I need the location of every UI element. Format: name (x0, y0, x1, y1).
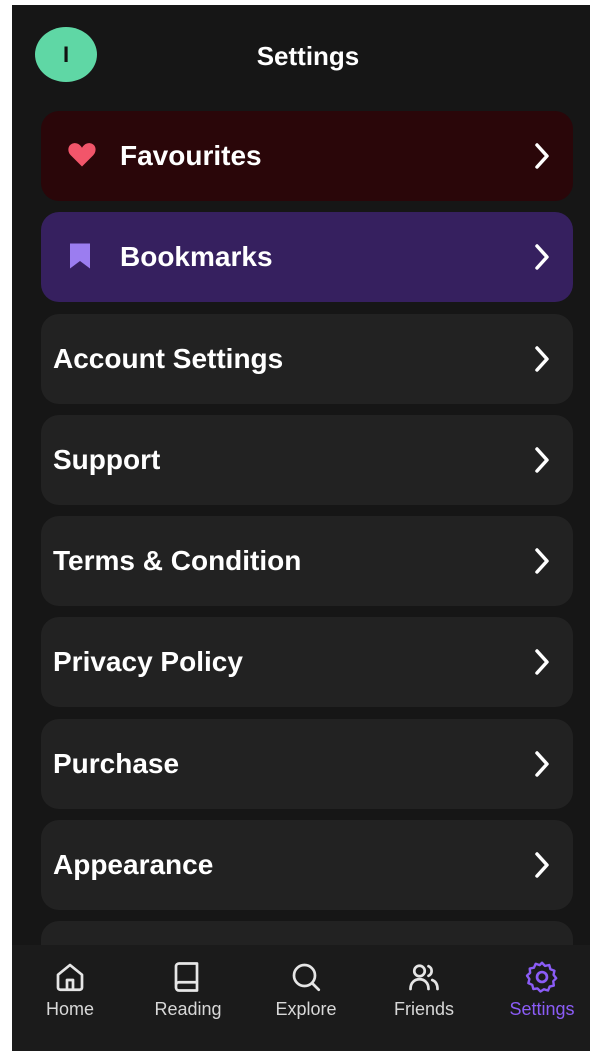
nav-explore[interactable]: Explore (248, 959, 364, 1020)
nav-label: Explore (275, 999, 337, 1019)
menu-item-bookmarks[interactable]: Bookmarks (41, 212, 573, 303)
menu-item-label: Bookmarks (120, 241, 273, 273)
nav-label: Reading (154, 999, 222, 1019)
menu-item-favourites[interactable]: Favourites (41, 111, 573, 201)
chevron-right-icon (535, 751, 549, 777)
heart-icon (68, 143, 96, 167)
menu-item-label: Account Settings (53, 342, 284, 374)
settings-screen: I Settings Favourites Bookmarks Account … (12, 5, 590, 1051)
search-icon (292, 963, 321, 992)
header: I Settings (12, 5, 590, 105)
friends-icon (409, 964, 439, 991)
menu-item-label: Privacy Policy (53, 646, 243, 678)
page-title: Settings (256, 41, 360, 71)
book-icon (174, 962, 199, 992)
menu-item-terms[interactable]: Terms & Condition (41, 516, 573, 607)
nav-label: Home (45, 999, 94, 1019)
menu-item-purchase[interactable]: Purchase (41, 718, 573, 809)
menu-item-appearance[interactable]: Appearance (41, 820, 573, 911)
home-icon (56, 963, 84, 992)
menu-item-label: Support (53, 443, 161, 475)
nav-home[interactable]: Home (12, 959, 128, 1020)
bookmark-icon (70, 243, 90, 269)
nav-label: Settings (509, 999, 575, 1019)
chevron-right-icon (535, 649, 549, 676)
nav-reading[interactable]: Reading (130, 959, 246, 1020)
nav-label: Friends (393, 999, 455, 1019)
nav-friends[interactable]: Friends (366, 959, 482, 1020)
settings-list: Favourites Bookmarks Account Settings Su… (41, 111, 573, 973)
gear-icon (525, 961, 558, 993)
menu-item-label: Favourites (120, 140, 262, 171)
menu-item-support[interactable]: Support (41, 414, 573, 505)
nav-settings[interactable]: Settings (484, 959, 590, 1020)
bottom-nav: Home Reading Explore Friends Settings (12, 945, 590, 1051)
chevron-right-icon (535, 345, 549, 372)
chevron-right-icon (535, 447, 549, 473)
menu-item-account-settings[interactable]: Account Settings (41, 313, 573, 404)
chevron-right-icon (535, 548, 549, 574)
menu-item-label: Purchase (53, 747, 180, 779)
menu-item-label: Terms & Condition (53, 545, 302, 577)
menu-item-privacy-policy[interactable]: Privacy Policy (41, 617, 573, 708)
chevron-right-icon (535, 143, 549, 169)
chevron-right-icon (535, 852, 549, 878)
menu-item-label: Appearance (53, 849, 214, 881)
chevron-right-icon (535, 244, 549, 271)
